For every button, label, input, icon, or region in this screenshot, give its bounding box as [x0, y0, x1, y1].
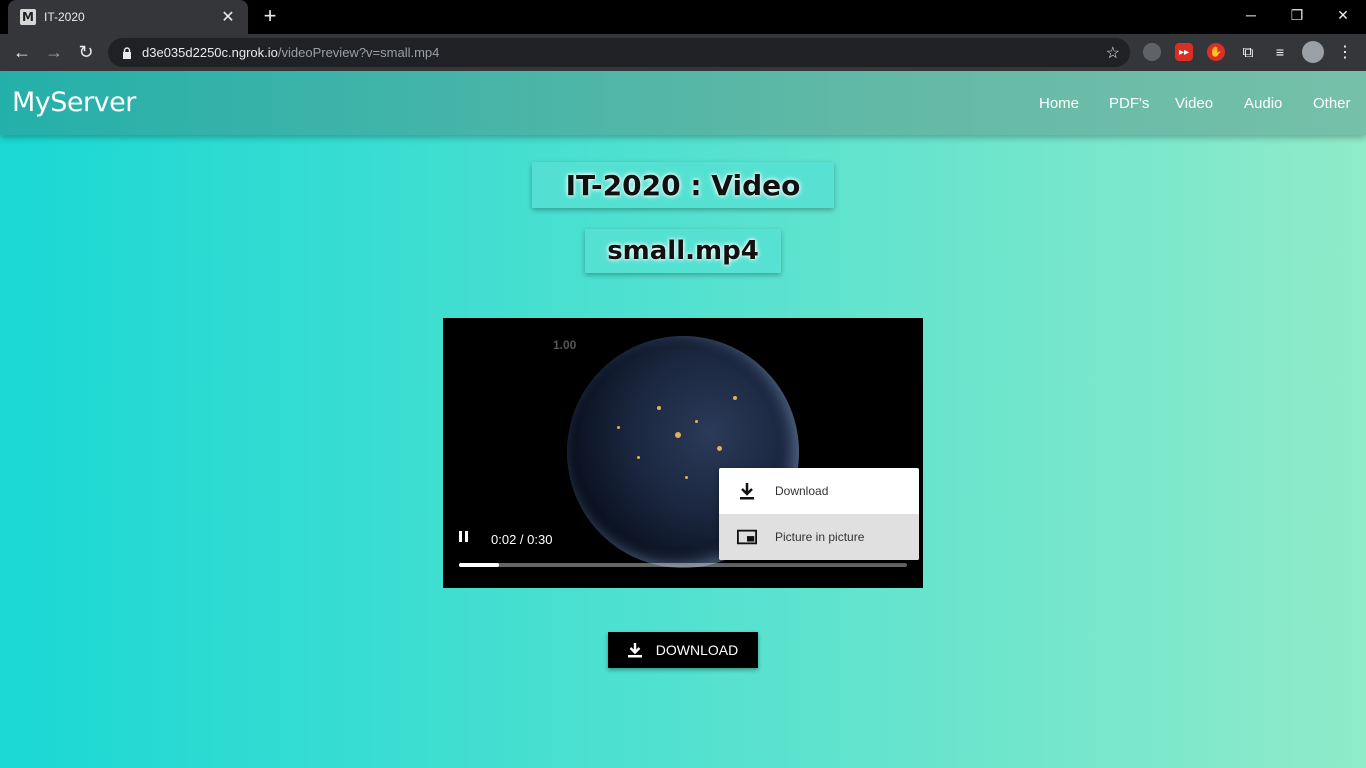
site-navbar: MyServer Home PDF's Video Audio Other	[0, 71, 1366, 135]
tab-title: IT-2020	[44, 10, 85, 24]
browser-tab[interactable]: M IT-2020 ✕	[8, 0, 248, 34]
favicon-icon: M	[20, 9, 36, 25]
fps-overlay-text: 1.00	[553, 338, 577, 352]
brand-logo[interactable]: MyServer	[12, 87, 136, 118]
tab-strip: M IT-2020 ✕ + ─ ❐ ✕	[0, 0, 1366, 34]
download-icon	[627, 643, 642, 658]
extensions-puzzle-icon[interactable]: ⧉	[1239, 43, 1257, 61]
extension-stop-hand-icon[interactable]: ✋	[1207, 43, 1225, 61]
close-window-button[interactable]: ✕	[1320, 0, 1366, 30]
url-path: /videoPreview?v=small.mp4	[277, 45, 440, 60]
download-icon	[737, 481, 757, 501]
url-host: d3e035d2250c.ngrok.io	[142, 45, 278, 60]
forward-button[interactable]: →	[42, 40, 66, 64]
extension-circle-icon[interactable]	[1143, 43, 1161, 61]
page-title: IT-2020 : Video	[532, 162, 834, 208]
minimize-button[interactable]: ─	[1228, 0, 1274, 30]
video-filename: small.mp4	[585, 229, 781, 273]
nav-link-home[interactable]: Home	[1039, 95, 1079, 112]
back-button[interactable]: ←	[10, 40, 34, 64]
reload-button[interactable]: ↻	[74, 40, 98, 64]
profile-avatar[interactable]	[1302, 41, 1324, 63]
download-button-label: DOWNLOAD	[655, 642, 739, 658]
new-tab-button[interactable]: +	[258, 5, 282, 29]
video-time: 0:02 / 0:30	[491, 532, 553, 547]
menu-item-picture-in-picture[interactable]: Picture in picture	[719, 514, 919, 560]
pause-button[interactable]	[459, 531, 473, 545]
video-overflow-menu: Download Picture in picture	[719, 468, 919, 560]
lock-icon[interactable]	[120, 46, 134, 60]
picture-in-picture-icon	[737, 527, 757, 547]
menu-item-pip-label: Picture in picture	[775, 530, 865, 544]
page-content: MyServer Home PDF's Video Audio Other IT…	[0, 71, 1366, 768]
media-control-icon[interactable]: ≡	[1271, 43, 1289, 61]
bookmark-star-icon[interactable]: ☆	[1106, 43, 1120, 63]
restore-button[interactable]: ❐	[1274, 0, 1320, 30]
nav-link-other[interactable]: Other	[1313, 95, 1351, 112]
nav-link-pdfs[interactable]: PDF's	[1109, 95, 1149, 112]
chrome-menu-icon[interactable]: ⋮	[1336, 43, 1354, 61]
video-progress-bar[interactable]	[459, 563, 907, 567]
menu-item-download[interactable]: Download	[719, 468, 919, 514]
address-bar[interactable]: d3e035d2250c.ngrok.io/videoPreview?v=sma…	[108, 38, 1130, 67]
nav-link-audio[interactable]: Audio	[1244, 95, 1282, 112]
tab-close-icon[interactable]: ✕	[220, 7, 236, 27]
menu-item-download-label: Download	[775, 484, 829, 498]
browser-toolbar: ← → ↻ d3e035d2250c.ngrok.io/videoPreview…	[0, 34, 1366, 71]
extension-fastforward-icon[interactable]: ▸▸	[1175, 43, 1193, 61]
download-button[interactable]: DOWNLOAD	[608, 632, 758, 668]
video-progress-fill	[459, 563, 500, 567]
nav-link-video[interactable]: Video	[1175, 95, 1213, 112]
